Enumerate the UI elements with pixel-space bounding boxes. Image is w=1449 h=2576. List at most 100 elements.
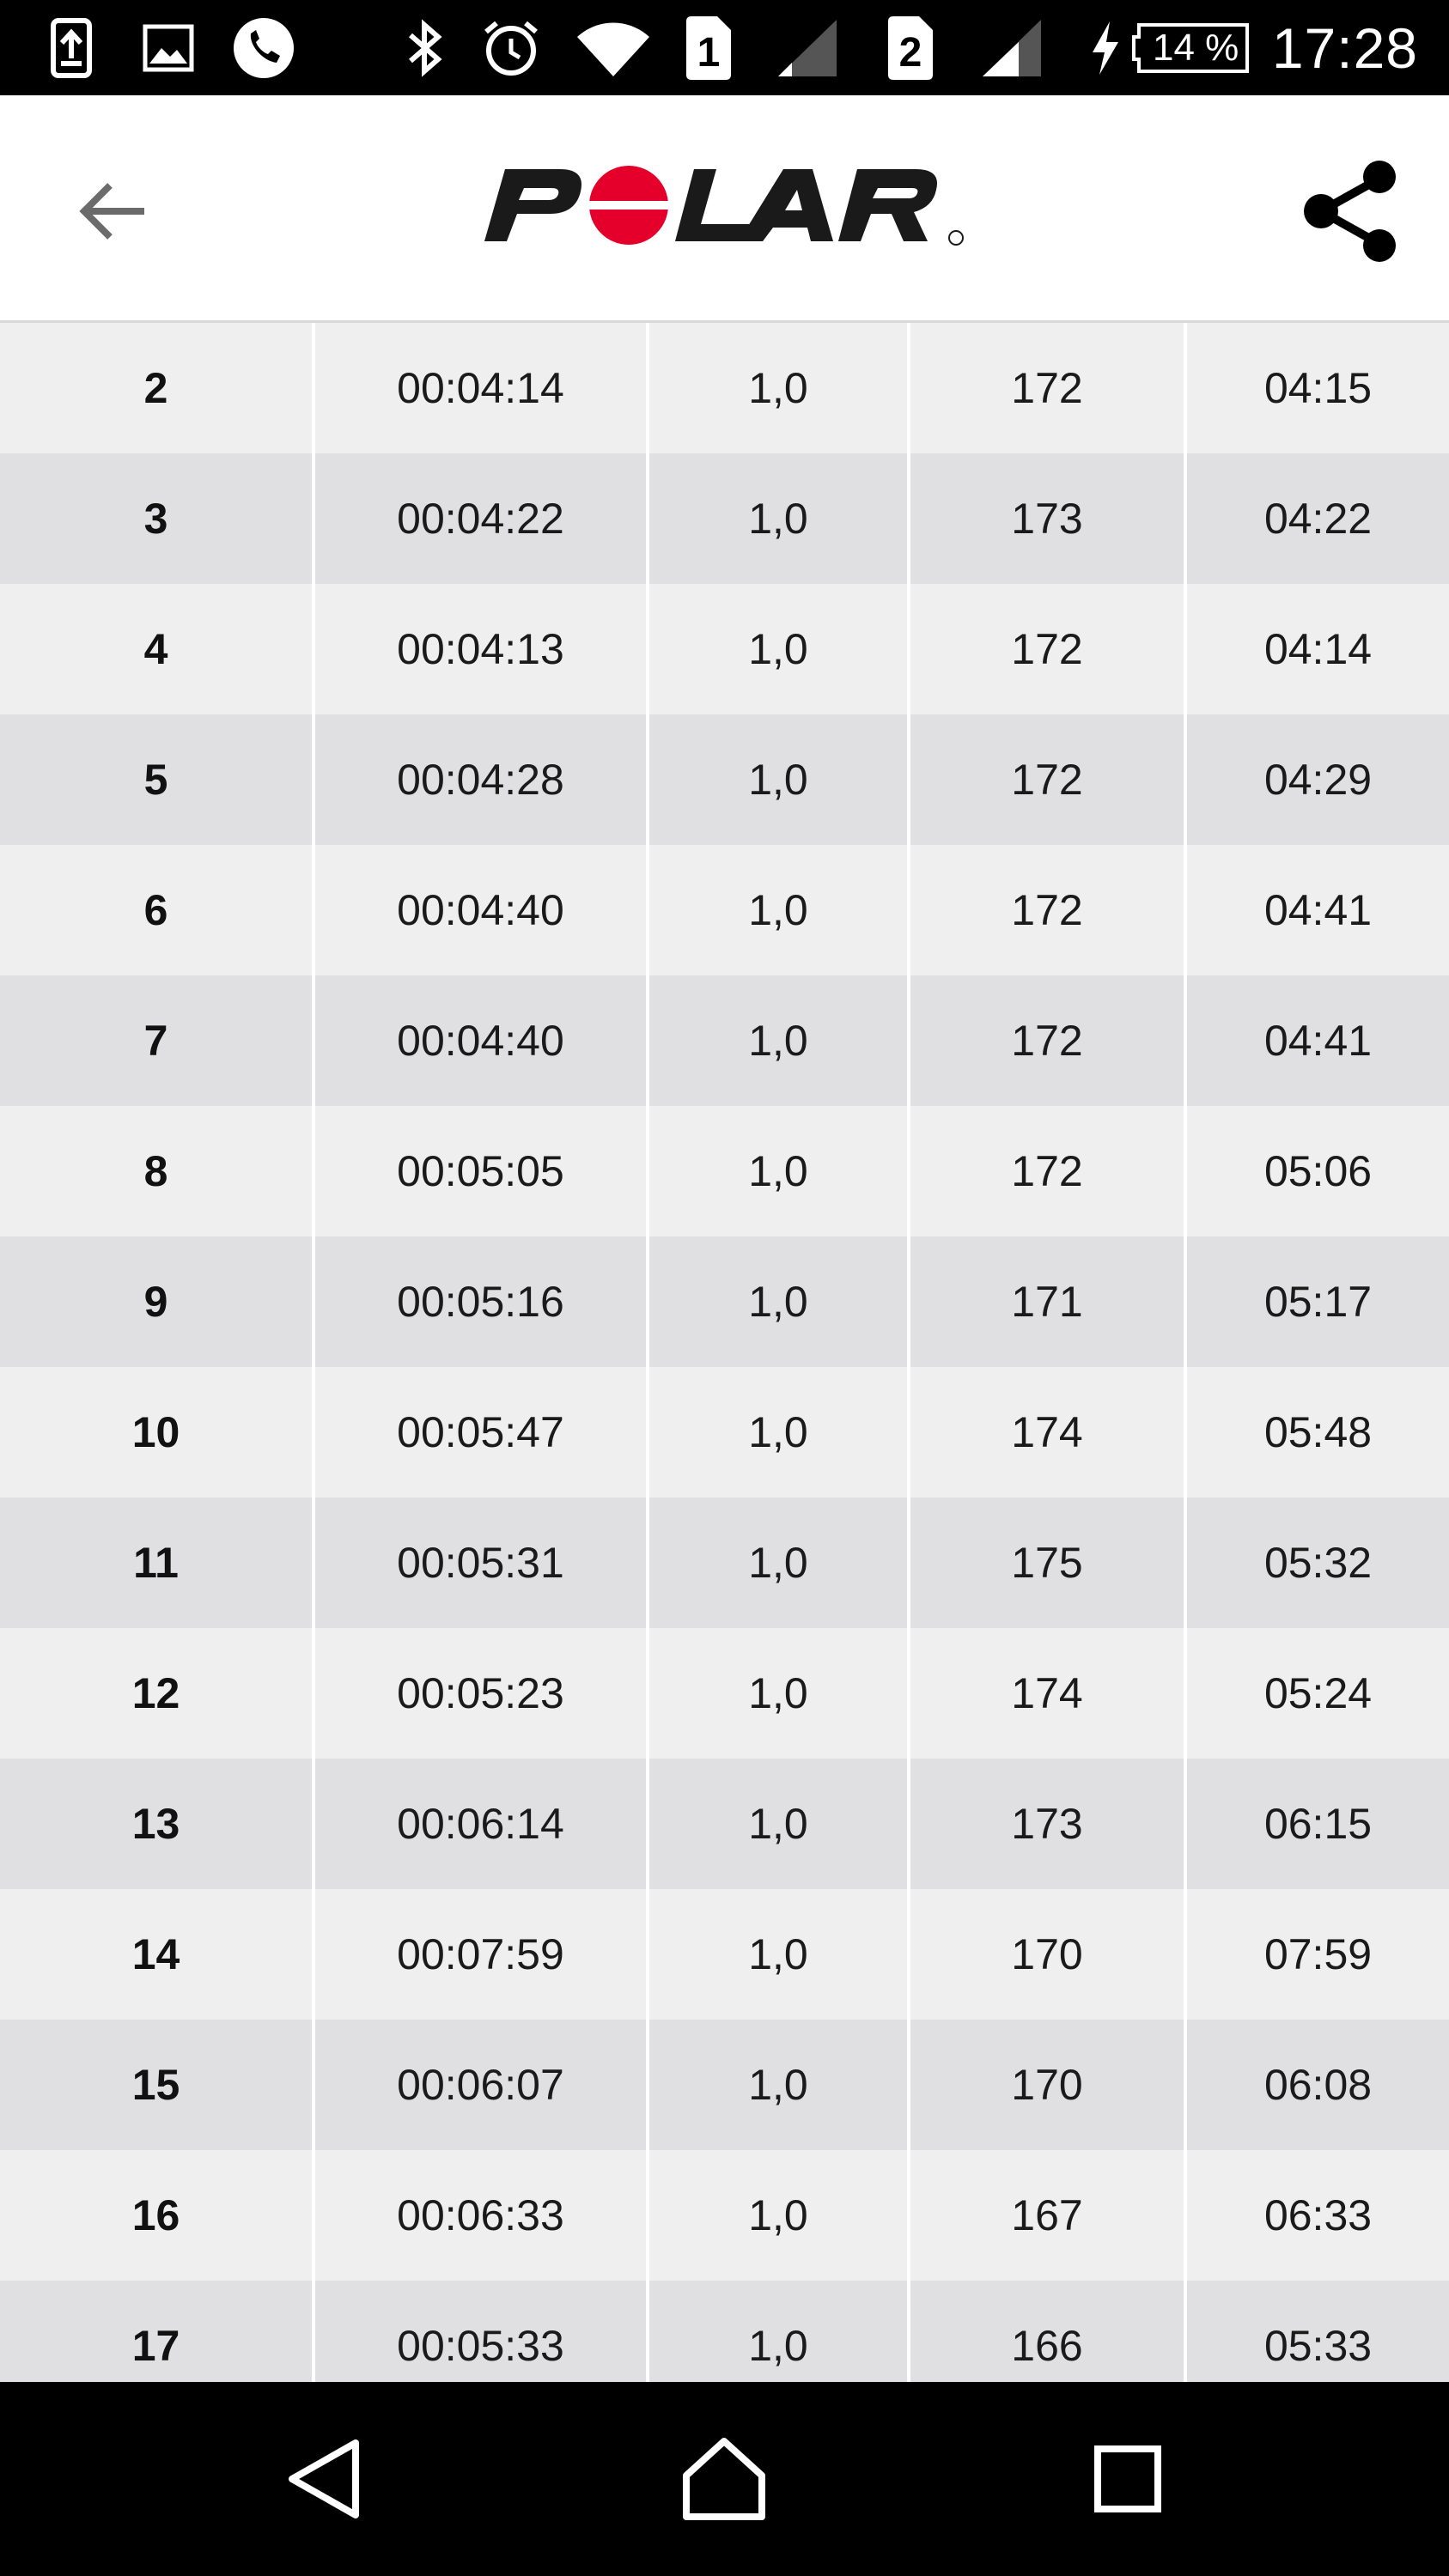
cell-lap: 12 [0, 1628, 315, 1759]
cell-hr: 170 [910, 2020, 1187, 2150]
cell-time: 00:04:14 [315, 323, 649, 453]
bluetooth-icon [405, 0, 445, 95]
polar-logo [481, 164, 971, 258]
cell-hr: 170 [910, 1889, 1187, 2020]
nav-recents-icon [1094, 2445, 1161, 2512]
table-row: 6 00:04:40 1,0 172 04:41 [0, 845, 1449, 975]
cell-pace: 04:22 [1263, 495, 1373, 543]
cell-time: 00:04:40 [315, 975, 649, 1106]
image-icon [143, 0, 194, 95]
battery-percent: 14 % [1153, 26, 1239, 69]
table-row: 12 00:05:23 1,0 174 05:24 [0, 1628, 1449, 1759]
cell-distance: 1,0 [649, 1498, 910, 1628]
cell-hr: 171 [910, 1236, 1187, 1367]
table-row: 3 00:04:22 1,0 173 04:22 [0, 453, 1449, 584]
cell-lap: 6 [0, 845, 315, 975]
cell-pace: 05:33 [1263, 2322, 1373, 2370]
cell-lap: 4 [0, 584, 315, 714]
cell-lap: 16 [0, 2150, 315, 2281]
cell-pace: 04:41 [1263, 1017, 1373, 1065]
cell-distance: 1,0 [649, 2150, 910, 2281]
cell-pace: 06:08 [1263, 2061, 1373, 2109]
table-row: 8 00:05:05 1,0 172 05:06 [0, 1106, 1449, 1236]
cell-hr: 173 [910, 453, 1187, 584]
cell-hr: 172 [910, 714, 1187, 845]
cell-distance: 1,0 [649, 1759, 910, 1889]
cell-pace: 06:15 [1263, 1800, 1373, 1848]
cell-pace: 04:14 [1263, 625, 1373, 673]
alarm-icon [481, 0, 541, 95]
cell-pace: 05:48 [1263, 1408, 1373, 1456]
cell-hr: 172 [910, 584, 1187, 714]
cell-distance: 1,0 [649, 1889, 910, 2020]
cell-hr: 172 [910, 1106, 1187, 1236]
sim2-icon: 2 [885, 0, 936, 95]
nav-home-button[interactable] [638, 2382, 810, 2576]
cell-distance: 1,0 [649, 1106, 910, 1236]
laps-table[interactable]: 2 00:04:14 1,0 172 04:15 3 00:04:22 1,0 173 04:22… [0, 323, 1449, 2382]
nav-back-icon [289, 2439, 359, 2518]
cell-lap: 8 [0, 1106, 315, 1236]
cell-time: 00:07:59 [315, 1889, 649, 2020]
nav-back-button[interactable] [238, 2382, 410, 2576]
nav-recents-button[interactable] [1042, 2382, 1214, 2576]
cell-lap: 5 [0, 714, 315, 845]
cell-lap: 9 [0, 1236, 315, 1367]
table-row: 9 00:05:16 1,0 171 05:17 [0, 1236, 1449, 1367]
cell-lap: 17 [0, 2281, 315, 2382]
svg-text:1: 1 [697, 30, 721, 76]
cell-pace: 04:29 [1263, 756, 1373, 804]
cell-distance: 1,0 [649, 584, 910, 714]
cell-time: 00:04:40 [315, 845, 649, 975]
cell-lap: 13 [0, 1759, 315, 1889]
share-button[interactable] [1294, 155, 1406, 267]
cell-time: 00:05:31 [315, 1498, 649, 1628]
cell-time: 00:06:33 [315, 2150, 649, 2281]
cell-distance: 1,0 [649, 1628, 910, 1759]
app-bar [0, 95, 1449, 323]
signal-icon [775, 0, 840, 95]
cell-lap: 14 [0, 1889, 315, 2020]
signal-icon [979, 0, 1044, 95]
nav-home-icon [683, 2438, 765, 2520]
table-row: 11 00:05:31 1,0 175 05:32 [0, 1498, 1449, 1628]
cell-distance: 1,0 [649, 845, 910, 975]
cell-lap: 15 [0, 2020, 315, 2150]
cell-distance: 1,0 [649, 714, 910, 845]
table-row: 10 00:05:47 1,0 174 05:48 [0, 1367, 1449, 1498]
table-row: 16 00:06:33 1,0 167 06:33 [0, 2150, 1449, 2281]
cell-pace: 04:15 [1263, 364, 1373, 412]
cell-time: 00:05:16 [315, 1236, 649, 1367]
back-arrow-icon [79, 183, 144, 240]
cell-lap: 11 [0, 1498, 315, 1628]
status-bar: 1 2 14 % 17:28 [0, 0, 1449, 95]
cell-distance: 1,0 [649, 323, 910, 453]
cell-hr: 172 [910, 975, 1187, 1106]
cell-lap: 7 [0, 975, 315, 1106]
cell-distance: 1,0 [649, 975, 910, 1106]
back-button[interactable] [69, 168, 155, 254]
wifi-icon [574, 0, 653, 95]
cell-lap: 10 [0, 1367, 315, 1498]
table-row: 7 00:04:40 1,0 172 04:41 [0, 975, 1449, 1106]
cell-time: 00:06:14 [315, 1759, 649, 1889]
cell-time: 00:06:07 [315, 2020, 649, 2150]
cell-time: 00:05:33 [315, 2281, 649, 2382]
table-row: 13 00:06:14 1,0 173 06:15 [0, 1759, 1449, 1889]
table-row: 5 00:04:28 1,0 172 04:29 [0, 714, 1449, 845]
navigation-bar [0, 2382, 1449, 2576]
cell-pace: 05:17 [1263, 1278, 1373, 1326]
cell-lap: 2 [0, 323, 315, 453]
phone-icon [232, 0, 295, 95]
cell-time: 00:05:23 [315, 1628, 649, 1759]
cell-pace: 07:59 [1263, 1930, 1373, 1978]
cell-distance: 1,0 [649, 1367, 910, 1498]
table-row: 14 00:07:59 1,0 170 07:59 [0, 1889, 1449, 2020]
cell-time: 00:05:47 [315, 1367, 649, 1498]
cell-pace: 05:32 [1263, 1539, 1373, 1587]
cell-hr: 172 [910, 323, 1187, 453]
cell-time: 00:04:22 [315, 453, 649, 584]
charging-icon [1087, 0, 1122, 95]
table-row: 2 00:04:14 1,0 172 04:15 [0, 323, 1449, 453]
cell-distance: 1,0 [649, 2281, 910, 2382]
